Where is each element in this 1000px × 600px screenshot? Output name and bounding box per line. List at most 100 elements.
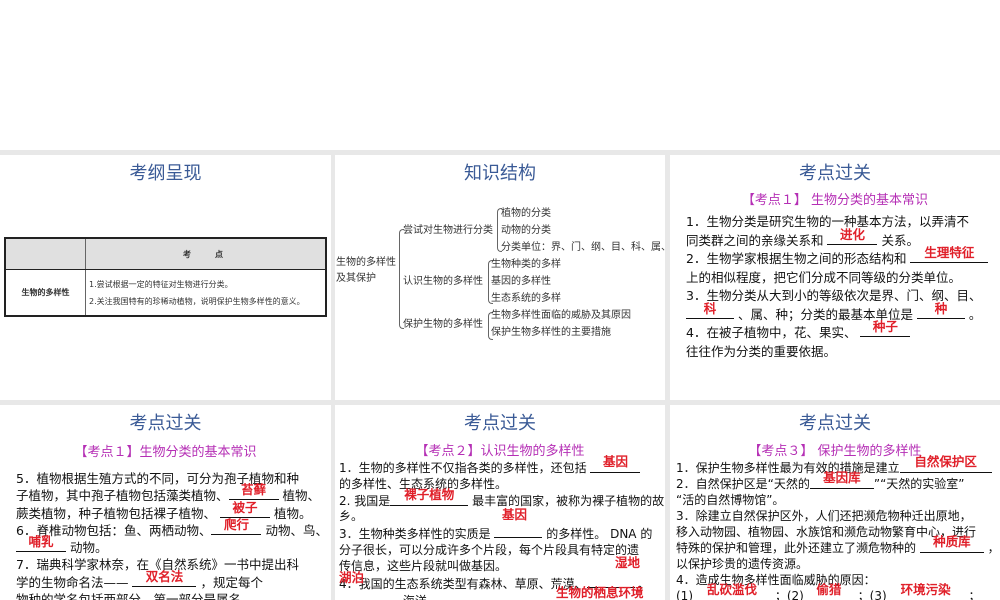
slide-title: 考点过关 <box>799 413 871 434</box>
slide-thumbnail-5[interactable]: 考点过关 【考点２】认识生物的多样性 1．生物的多样性不仅指各类的多样性，还包括… <box>335 405 665 600</box>
table-row: 生物的多样性 1.尝试根据一定的特征对生物进行分类。 2.关注我国特有的珍稀动植… <box>6 270 325 315</box>
text-line: 6．脊椎动物包括：鱼、两栖动物、 爬行 动物、鸟、 <box>16 517 329 539</box>
slide-thumbnail-3[interactable]: 考点过关 【考点１】 生物分类的基本常识 1．生物分类是研究生物的一种基本方法，… <box>670 155 1000 400</box>
answer-text: 乱砍滥伐 <box>706 582 757 597</box>
answer-blank: 哺乳 <box>16 534 66 553</box>
answer-text: 科 <box>703 300 717 316</box>
line-text: 3．除建立自然保护区外，人们还把濒危物种迁出原地， <box>676 509 972 523</box>
answer-text: 裸子植物 <box>404 486 455 502</box>
row-item: 1.尝试根据一定的特征对生物进行分类。 <box>89 279 233 289</box>
answer-blank: 生理特征 <box>910 245 989 263</box>
table-header-cell <box>6 239 86 269</box>
slide-subtitle: 【考点１】 生物分类的基本常识 <box>741 193 929 208</box>
answer-text: 哺乳 <box>28 534 54 550</box>
tree-leaf: 保护生物多样性的主要措施 <box>491 327 611 338</box>
answer-blank: 环境污染 <box>887 582 965 600</box>
slide-thumbnail-4[interactable]: 考点过关 【考点１】生物分类的基本常识 5．植物根据生殖方式的不同，可分为孢子植… <box>0 405 331 600</box>
text-line: 往往作为分类的重要依据。 <box>686 343 998 362</box>
answer-blank <box>339 592 387 600</box>
line-text: ， <box>983 541 1000 555</box>
answer-blank: 基因库 <box>809 470 874 489</box>
line-text: 1．生物分类是研究生物的一种基本方法，以弄清不 <box>686 214 969 229</box>
text-line: 特殊的保护和管理，此外还建立了濒危物种的 种质库 ， <box>676 534 1000 556</box>
answer-text: 偷猎 <box>816 582 842 597</box>
row-items: 1.尝试根据一定的特征对生物进行分类。 2.关注我国特有的珍稀动植物，说明保护生… <box>86 270 325 315</box>
slide-thumbnail-2[interactable]: 知识结构 生物的多样性 及其保护 尝试对生物进行分类 认识生物的多样性 保护生物… <box>335 155 665 400</box>
answer-text: 基因 <box>502 507 528 522</box>
slide-title: 考点过关 <box>129 413 202 434</box>
line-text: 动物。 <box>66 540 108 556</box>
answer-blank: 爬行 <box>211 517 262 535</box>
answer-text: 进化 <box>839 226 865 242</box>
line-text: 3．生物种类多样性的实质是 <box>339 527 495 542</box>
answer-text: 被子 <box>232 499 258 515</box>
text-line: 的多样性、生态系统的多样性。 <box>339 477 663 493</box>
slide-title: 考纲呈现 <box>129 163 202 184</box>
text-line: 以保护珍贵的遗传资源。 <box>676 556 998 572</box>
text-line: 学的生物命名法—— 双名法 ，规定每个 <box>16 569 329 591</box>
line-text: 物种的学名包括两部分，第一部分是属名 <box>16 592 242 600</box>
answer-blank <box>494 525 543 539</box>
line-text: “活的自然博物馆”。 <box>676 493 785 507</box>
line-text: 2．生物学家根据生物之间的形态结构和 <box>686 251 911 266</box>
answer-blank: 进化 <box>827 227 878 245</box>
tree-leaf: 生态系统的多样 <box>491 293 561 304</box>
answer-text: 湿地 <box>615 555 641 570</box>
slide-thumbnail-1[interactable]: 考纲呈现 考 点 生物的多样性 1.尝试根据一定的特征对生物进行分类。 2.关注… <box>0 155 331 400</box>
answer-blank: 自然保护区 <box>899 454 992 473</box>
text-line: 3．生物分类从大到小的等级依次是界、门、纲、目、 <box>686 287 998 306</box>
answer-blank: 裸子植物 <box>390 487 469 506</box>
text-line: 3．除建立自然保护区外，人们还把濒危物种迁出原地， <box>676 508 998 524</box>
slide-thumbnail-6[interactable]: 考点过关 【考点３】 保护生物的多样性 1．保护生物多样性最为有效的措施是建立自… <box>670 405 1000 600</box>
line-text: ；(2) <box>771 589 804 600</box>
line-text: 植物、 <box>278 488 320 504</box>
text-line: “活的自然博物馆”。 <box>676 492 998 508</box>
line-text: 4．在被子植物中，花、果实、 <box>686 325 861 340</box>
tree-leaf: 植物的分类 <box>501 208 551 219</box>
line-text: 4．造成生物多样性面临威胁的原因： <box>676 573 876 587</box>
text-line: (1) 乱砍滥伐 ；(2) 偷猎 ；(3) 环境污染 ； <box>676 582 998 600</box>
text-line: 子植物，其中孢子植物包括藻类植物、 苔藓 植物、 <box>16 482 329 504</box>
text-line: 3．生物种类多样性的实质是 的多样性。 DNA 的 <box>339 525 663 543</box>
line-text: 。 <box>964 306 982 322</box>
line-text: 2. 我国是 <box>339 493 391 508</box>
line-text: 关系。 <box>877 232 919 248</box>
line-text: (1) <box>676 589 693 600</box>
line-text: ； <box>964 589 981 600</box>
text-line: 5．植物根据生殖方式的不同，可分为孢子植物和种 <box>16 470 329 487</box>
text-line: 1．生物的多样性不仅指各类的多样性，还包括 基因 <box>339 454 663 477</box>
line-text: 的多样性。 DNA 的 <box>542 527 653 542</box>
tree-leaf: 生物多样性面临的威胁及其原因 <box>491 310 631 321</box>
answer-text: 种质库 <box>933 534 971 549</box>
text-line: 2．生物学家根据生物之间的形态结构和 生理特征 <box>686 245 998 269</box>
line-text: 2．自然保护区是“天然的 <box>676 477 810 491</box>
answer-text: 双名法 <box>145 568 184 584</box>
answer-text: 自然保护区 <box>914 454 977 469</box>
answer-text: 基因库 <box>823 470 861 485</box>
line-text: 、海洋。 <box>387 594 439 600</box>
text-line: 2．自然保护区是“天然的 基因库 ”“天然的实验室” <box>676 470 998 492</box>
tree-branch: 尝试对生物进行分类 <box>403 225 493 236</box>
line-text: 子植物，其中孢子植物包括藻类植物、 <box>16 488 229 504</box>
line-text: 特殊的保护和管理，此外还建立了濒危物种的 <box>676 541 920 555</box>
answer-text: 环境污染 <box>900 582 951 597</box>
answer-blank: 偷猎 <box>804 582 854 600</box>
line-text: 动物、鸟、 <box>261 522 328 538</box>
line-text: 植物。 <box>269 505 312 521</box>
text-line: 科 、属、种；分类的最基本单位是 种 。 <box>686 301 998 325</box>
answer-text: 种 <box>934 300 948 316</box>
line-text: ，规定每个 <box>196 574 263 590</box>
text-line: 上的相似程度，把它们分成不同等级的分类单位。 <box>686 269 998 288</box>
tree-leaf: 基因的多样性 <box>491 276 551 287</box>
answer-blank: 种子 <box>860 319 911 337</box>
row-item: 2.关注我国特有的珍稀动植物，说明保护生物多样性的意义。 <box>89 296 305 306</box>
tree-root: 生物的多样性 <box>336 257 396 268</box>
text-line: 乡。 <box>339 509 663 525</box>
table-header-cell: 考 点 <box>183 249 231 259</box>
line-text: 同类群之间的亲缘关系和 <box>686 232 828 248</box>
line-text: 最丰富的国家，被称为裸子植物的故 <box>468 493 665 508</box>
blank-area <box>0 0 1000 150</box>
slide-body: 5．植物根据生殖方式的不同，可分为孢子植物和种 子植物，其中孢子植物包括藻类植物、… <box>16 470 329 600</box>
answer-text: 基因 <box>602 454 628 469</box>
slide-title: 考点过关 <box>464 413 536 434</box>
